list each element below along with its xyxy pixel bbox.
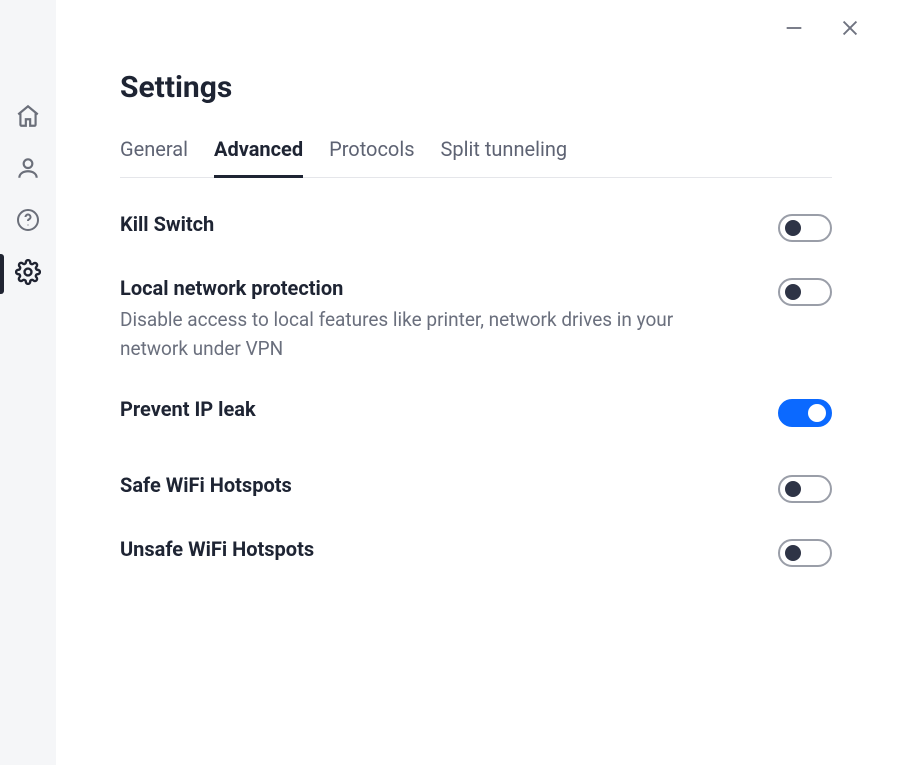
setting-text: Safe WiFi Hotspots: [120, 473, 292, 497]
setting-title: Safe WiFi Hotspots: [120, 473, 292, 497]
toggle-unsafe-wifi-hotspots[interactable]: [778, 539, 832, 567]
close-button[interactable]: [836, 16, 864, 44]
setting-local-network-protection: Local network protection Disable access …: [120, 276, 832, 363]
setting-kill-switch: Kill Switch: [120, 212, 832, 242]
settings-list: Kill Switch Local network protection Dis…: [120, 212, 832, 567]
toggle-knob: [808, 404, 826, 422]
toggle-local-network-protection[interactable]: [778, 278, 832, 306]
setting-unsafe-wifi-hotspots: Unsafe WiFi Hotspots: [120, 537, 832, 567]
tab-protocols[interactable]: Protocols: [329, 137, 414, 177]
sidebar-item-help[interactable]: [0, 196, 56, 248]
setting-text: Local network protection Disable access …: [120, 276, 720, 363]
setting-title: Kill Switch: [120, 212, 214, 236]
minimize-button[interactable]: [780, 16, 808, 44]
setting-text: Kill Switch: [120, 212, 214, 236]
toggle-knob: [785, 545, 801, 561]
gear-icon: [15, 259, 41, 289]
toggle-knob: [785, 481, 801, 497]
setting-safe-wifi-hotspots: Safe WiFi Hotspots: [120, 473, 832, 503]
main-content: Settings General Advanced Protocols Spli…: [56, 0, 900, 765]
setting-description: Disable access to local features like pr…: [120, 306, 720, 363]
sidebar-item-account[interactable]: [0, 144, 56, 196]
setting-title: Local network protection: [120, 276, 720, 300]
window-controls: [780, 16, 864, 44]
tab-general[interactable]: General: [120, 137, 188, 177]
help-icon: [16, 208, 40, 236]
user-icon: [15, 155, 41, 185]
home-icon: [15, 103, 41, 133]
toggle-kill-switch[interactable]: [778, 214, 832, 242]
toggle-knob: [785, 284, 801, 300]
close-icon: [839, 17, 861, 43]
tab-advanced[interactable]: Advanced: [214, 137, 303, 178]
minimize-icon: [783, 17, 805, 43]
sidebar-item-home[interactable]: [0, 92, 56, 144]
setting-title: Unsafe WiFi Hotspots: [120, 537, 314, 561]
toggle-safe-wifi-hotspots[interactable]: [778, 475, 832, 503]
page-title: Settings: [120, 0, 832, 105]
toggle-prevent-ip-leak[interactable]: [778, 399, 832, 427]
settings-tabs: General Advanced Protocols Split tunneli…: [120, 137, 832, 178]
setting-text: Prevent IP leak: [120, 397, 256, 421]
sidebar: [0, 0, 56, 765]
sidebar-item-settings[interactable]: [0, 248, 56, 300]
setting-text: Unsafe WiFi Hotspots: [120, 537, 314, 561]
setting-title: Prevent IP leak: [120, 397, 256, 421]
toggle-knob: [785, 220, 801, 236]
setting-prevent-ip-leak: Prevent IP leak: [120, 397, 832, 427]
tab-split-tunneling[interactable]: Split tunneling: [441, 137, 568, 177]
